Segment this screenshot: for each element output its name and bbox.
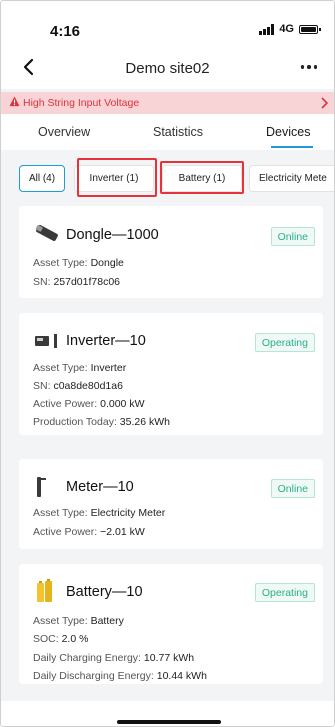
filter-chip-inverter[interactable]: Inverter (1) bbox=[74, 165, 154, 192]
asset-type-line: Asset Type: Dongle bbox=[33, 257, 124, 269]
meter-icon bbox=[37, 477, 46, 497]
field-label: SN: bbox=[33, 380, 51, 392]
filter-chip-all[interactable]: All (4) bbox=[19, 165, 65, 192]
chevron-right-icon bbox=[321, 97, 328, 109]
field-value: Battery bbox=[90, 615, 124, 627]
field-value: Electricity Meter bbox=[90, 507, 166, 519]
device-card-battery[interactable]: Battery—10 Operating Asset Type: Battery… bbox=[19, 564, 323, 684]
status-badge: Online bbox=[270, 479, 315, 498]
nav-bar: Demo site02 bbox=[1, 45, 334, 89]
daily-discharging-line: Daily Discharging Energy: 10.44 kWh bbox=[33, 670, 207, 682]
field-label: Asset Type: bbox=[33, 257, 88, 269]
alert-text: High String Input Voltage bbox=[23, 97, 140, 109]
status-bar: 4:16 4G bbox=[1, 1, 334, 45]
field-label: SOC: bbox=[33, 633, 59, 645]
field-label: Production Today: bbox=[33, 416, 117, 428]
field-value: c0a8de80d1a6 bbox=[53, 380, 123, 392]
tab-bar: Overview Statistics Devices bbox=[1, 114, 334, 150]
filter-chip-electricity-meter[interactable]: Electricity Mete bbox=[249, 165, 334, 192]
active-power-line: Active Power: −2.01 kW bbox=[33, 526, 145, 538]
field-label: Active Power: bbox=[33, 398, 98, 410]
battery-device-icon bbox=[37, 579, 52, 602]
filter-chip-battery[interactable]: Battery (1) bbox=[162, 165, 242, 192]
field-label: Asset Type: bbox=[33, 362, 88, 374]
device-name: Dongle—1000 bbox=[66, 227, 159, 243]
signal-icon bbox=[259, 23, 275, 35]
status-badge: Operating bbox=[254, 583, 315, 602]
warning-icon bbox=[9, 96, 20, 107]
field-label: Asset Type: bbox=[33, 507, 88, 519]
device-name: Inverter—10 bbox=[66, 333, 146, 349]
daily-charging-line: Daily Charging Energy: 10.77 kWh bbox=[33, 652, 194, 664]
active-tab-indicator bbox=[271, 146, 313, 148]
dot-icon bbox=[307, 65, 311, 69]
field-label: Active Power: bbox=[33, 526, 98, 538]
field-label: Asset Type: bbox=[33, 615, 88, 627]
page-title: Demo site02 bbox=[125, 60, 210, 77]
field-value: 10.77 kWh bbox=[143, 652, 195, 664]
field-label: Daily Discharging Energy: bbox=[33, 670, 154, 682]
status-badge: Online bbox=[270, 227, 315, 246]
device-card-meter[interactable]: Meter—10 Online Asset Type: Electricity … bbox=[19, 459, 323, 549]
asset-type-line: Asset Type: Electricity Meter bbox=[33, 507, 165, 519]
soc-line: SOC: 2.0 % bbox=[33, 633, 88, 645]
field-value: 0.000 kW bbox=[100, 398, 145, 410]
tab-statistics[interactable]: Statistics bbox=[153, 125, 203, 139]
home-indicator[interactable] bbox=[117, 720, 221, 724]
serial-number-line: SN: c0a8de80d1a6 bbox=[33, 380, 123, 392]
field-label: Daily Charging Energy: bbox=[33, 652, 141, 664]
alert-banner[interactable]: High String Input Voltage bbox=[1, 92, 334, 114]
asset-type-line: Asset Type: Battery bbox=[33, 615, 124, 627]
status-time: 4:16 bbox=[50, 23, 81, 40]
battery-status-icon bbox=[299, 24, 321, 34]
status-indicators: 4G bbox=[259, 23, 321, 35]
field-value: 2.0 % bbox=[61, 633, 89, 645]
field-value: −2.01 kW bbox=[100, 526, 145, 538]
field-value: 257d01f78c06 bbox=[53, 276, 121, 288]
network-label: 4G bbox=[279, 23, 294, 35]
inverter-icon bbox=[35, 334, 57, 348]
active-power-line: Active Power: 0.000 kW bbox=[33, 398, 144, 410]
device-name: Battery—10 bbox=[66, 584, 143, 600]
tab-devices[interactable]: Devices bbox=[266, 125, 310, 139]
dot-icon bbox=[313, 65, 318, 69]
app-frame: 4:16 4G Demo site02 High String Input Vo… bbox=[0, 0, 335, 727]
device-card-inverter[interactable]: Inverter—10 Operating Asset Type: Invert… bbox=[19, 313, 323, 435]
dot-icon bbox=[300, 65, 305, 69]
dongle-icon bbox=[35, 225, 58, 241]
serial-number-line: SN: 257d01f78c06 bbox=[33, 276, 120, 288]
field-value: 35.26 kWh bbox=[119, 416, 170, 428]
field-label: SN: bbox=[33, 276, 51, 288]
tab-overview[interactable]: Overview bbox=[38, 125, 90, 139]
device-card-dongle[interactable]: Dongle—1000 Online Asset Type: Dongle SN… bbox=[19, 206, 323, 298]
status-badge: Operating bbox=[254, 333, 315, 352]
field-value: Dongle bbox=[90, 257, 124, 269]
asset-type-line: Asset Type: Inverter bbox=[33, 362, 126, 374]
field-value: Inverter bbox=[90, 362, 127, 374]
device-filter-bar: All (4) Inverter (1) Battery (1) Electri… bbox=[1, 150, 334, 198]
field-value: 10.44 kWh bbox=[156, 670, 207, 682]
device-name: Meter—10 bbox=[66, 479, 134, 495]
more-options-button[interactable] bbox=[296, 55, 322, 79]
production-today-line: Production Today: 35.26 kWh bbox=[33, 416, 170, 428]
